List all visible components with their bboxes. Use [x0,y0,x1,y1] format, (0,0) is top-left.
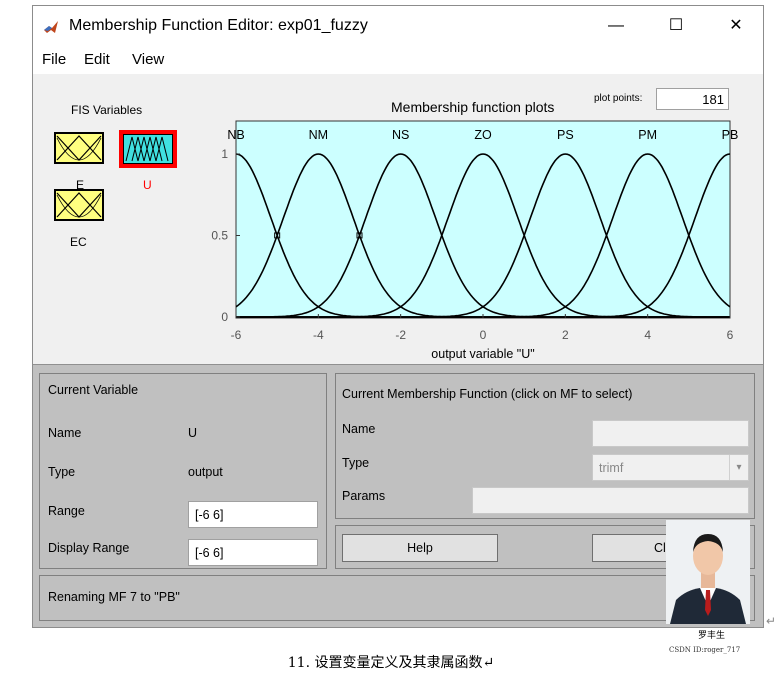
matlab-logo-icon [44,21,58,33]
mf-name-input[interactable] [592,420,749,447]
status-message: Renaming MF 7 to "PB" [48,590,180,604]
mf-type-label: Type [342,456,370,470]
maximize-button[interactable]: ☐ [653,11,699,41]
x-tick-label: 2 [562,328,569,342]
x-tick-label: 6 [727,328,734,342]
mf-params-label: Params [342,489,386,503]
menu-bar: File Edit View [33,46,763,74]
x-axis-label: output variable "U" [431,347,534,361]
author-signature: 罗丰生 [698,631,726,641]
display-range-label: Display Range [48,541,130,555]
return-mark: ↵ [766,614,777,628]
x-tick-label: 4 [644,328,651,342]
x-tick-label: -6 [231,328,242,342]
current-mf-heading: Current Membership Function (click on MF… [342,387,633,401]
variable-name-label: Name [48,426,82,440]
current-variable-group: Current Variable Name U Type output Rang… [39,373,327,569]
variable-type-value: output [188,465,223,479]
mf-label-nb[interactable]: NB [227,128,244,142]
menu-file[interactable]: File [42,51,66,68]
variable-name-value: U [188,426,198,440]
window-title: Membership Function Editor: exp01_fuzzy [69,17,368,34]
mf-label-zo[interactable]: ZO [474,128,492,142]
mf-params-input[interactable] [472,487,749,514]
mf-label-ps[interactable]: PS [557,128,574,142]
plot-area[interactable] [235,120,731,319]
mf-type-select[interactable]: trimf ▾ [592,454,749,481]
title-bar: Membership Function Editor: exp01_fuzzy … [33,6,763,46]
x-tick-label: 0 [480,328,487,342]
y-tick-label: 0 [221,310,228,324]
menu-edit[interactable]: Edit [84,51,110,68]
fis-plot-panel: FIS Variables E U EC Membership function… [33,74,763,364]
menu-view[interactable]: View [132,51,164,68]
mf-label-ns[interactable]: NS [392,128,409,142]
y-tick-label: 0.5 [211,229,228,243]
x-tick-label: -4 [313,328,324,342]
mf-label-pm[interactable]: PM [638,128,657,142]
x-tick-label: -2 [395,328,406,342]
mf-editor-window: Membership Function Editor: exp01_fuzzy … [32,5,764,628]
range-input[interactable]: [-6 6] [188,501,318,528]
editor-bottom-panel: Current Variable Name U Type output Rang… [33,364,763,627]
range-label: Range [48,504,85,518]
help-button[interactable]: Help [342,534,498,562]
display-range-input[interactable]: [-6 6] [188,539,318,566]
mf-name-label: Name [342,422,376,436]
mf-label-nm[interactable]: NM [309,128,328,142]
close-window-button[interactable]: ✕ [713,11,759,41]
current-variable-heading: Current Variable [48,383,139,397]
chevron-down-icon: ▾ [729,455,748,480]
person-portrait-icon [666,520,750,624]
minimize-button[interactable]: — [593,11,639,41]
mf-type-value: trimf [599,461,624,475]
membership-function-plot[interactable]: NB NM NS ZO PS PM PB -6 -4 -2 0 2 4 6 0 0.5 1 output vari… [33,74,763,364]
author-photo [666,520,750,624]
current-mf-group: Current Membership Function (click on MF… [335,373,755,519]
y-tick-label: 1 [221,147,228,161]
variable-type-label: Type [48,465,76,479]
status-bar: Renaming MF 7 to "PB" [39,575,755,621]
figure-caption: 11. 设置变量定义及其隶属函数↵ [287,655,495,671]
mf-label-pb[interactable]: PB [722,128,739,142]
